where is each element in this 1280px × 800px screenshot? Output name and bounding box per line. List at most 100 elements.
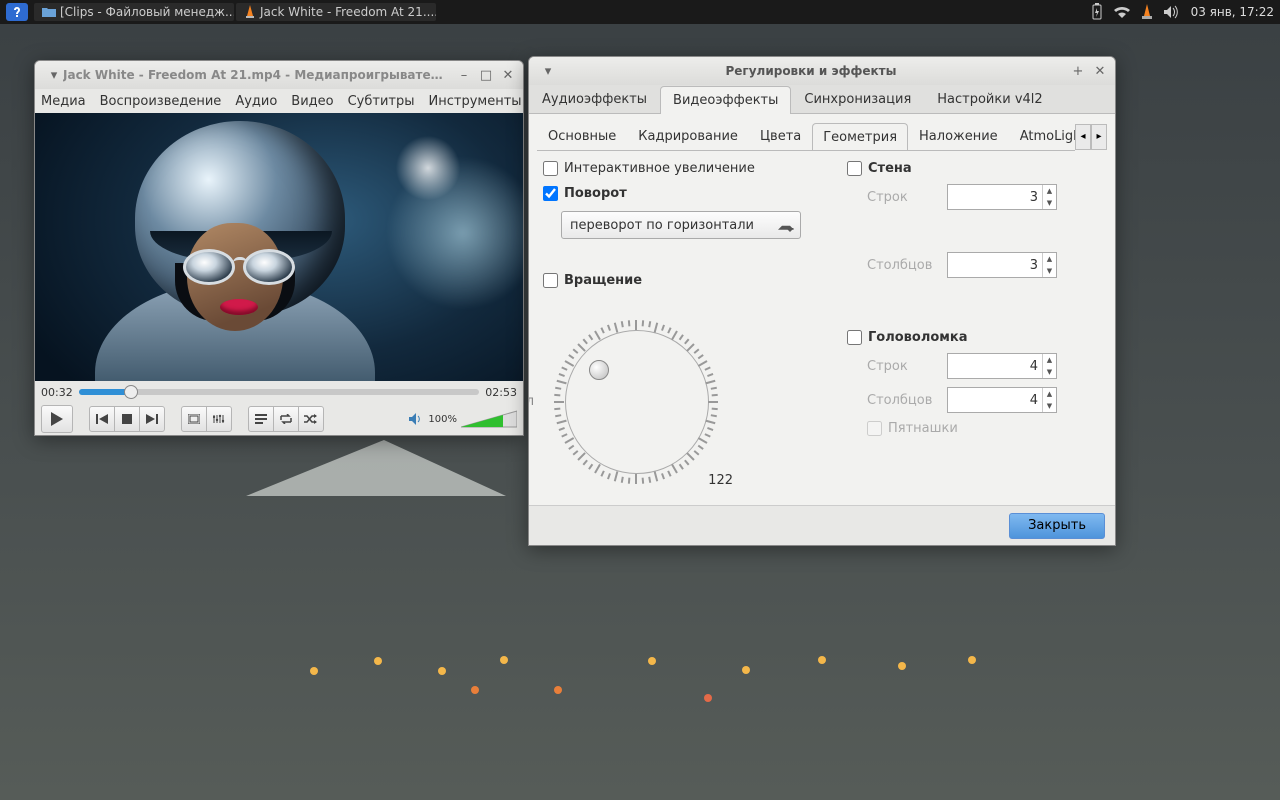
tabs-scroll-right[interactable]: ▸ [1091, 124, 1107, 150]
tab-overlay[interactable]: Наложение [908, 122, 1009, 150]
desktop-dot [471, 686, 479, 694]
menu-video[interactable]: Видео [291, 94, 333, 109]
play-button[interactable] [41, 405, 73, 433]
folder-icon [42, 6, 56, 18]
angle-label: Угол [528, 394, 534, 409]
tab-crop[interactable]: Кадрирование [627, 122, 749, 150]
desktop-dot [554, 686, 562, 694]
next-button[interactable] [139, 406, 165, 432]
start-button[interactable] [6, 3, 28, 21]
fx-tabs-sub: Основные Кадрирование Цвета Геометрия На… [537, 122, 1075, 151]
desktop-dot [742, 666, 750, 674]
puzzle-cols-spin[interactable]: 4▲▼ [947, 387, 1057, 413]
tab-v4l2[interactable]: Настройки v4l2 [924, 85, 1055, 113]
taskbar-item-vlc[interactable]: Jack White - Freedom At 21.... [236, 3, 436, 21]
window-menu-icon[interactable]: ▾ [45, 66, 63, 84]
desktop-dot [374, 657, 382, 665]
desktop-dot [500, 656, 508, 664]
seek-slider[interactable] [79, 389, 480, 395]
fx-titlebar[interactable]: ▾ Регулировки и эффекты + ✕ [529, 57, 1115, 85]
vlc-cone-icon [244, 5, 256, 19]
angle-value: 122 [708, 473, 733, 488]
time-elapsed: 00:32 [41, 386, 73, 399]
fx-footer: Закрыть [529, 505, 1115, 545]
menu-audio[interactable]: Аудио [235, 94, 277, 109]
vlc-titlebar[interactable]: ▾ Jack White - Freedom At 21.mp4 - Медиа… [35, 61, 523, 89]
battery-icon[interactable] [1091, 3, 1103, 21]
fullscreen-button[interactable] [181, 406, 207, 432]
task-label: Jack White - Freedom At 21.... [260, 5, 436, 19]
desktop-dot [818, 656, 826, 664]
loop-button[interactable] [273, 406, 299, 432]
vlc-menubar: Медиа Воспроизведение Аудио Видео Субтит… [35, 89, 523, 113]
rotate-checkbox[interactable]: Поворот [543, 186, 823, 201]
shuffle-button[interactable] [298, 406, 324, 432]
tab-basic[interactable]: Основные [537, 122, 627, 150]
stop-button[interactable] [114, 406, 140, 432]
maximize-button[interactable]: □ [477, 66, 495, 84]
desktop-dot [704, 694, 712, 702]
vlc-controls: 100% [35, 403, 523, 435]
desktop-dot [648, 657, 656, 665]
wall-rows-label: Строк [867, 190, 937, 205]
puzzle-checkbox[interactable]: Головоломка [847, 330, 1101, 345]
mute-button[interactable] [408, 412, 424, 426]
time-total: 02:53 [485, 386, 517, 399]
menu-playback[interactable]: Воспроизведение [100, 94, 222, 109]
tab-color[interactable]: Цвета [749, 122, 812, 150]
wall-cols-spin[interactable]: 3▲▼ [947, 252, 1057, 278]
wifi-icon[interactable] [1113, 5, 1131, 19]
vlc-tray-icon[interactable] [1141, 4, 1153, 20]
tab-atmolight[interactable]: AtmoLight [1009, 122, 1075, 150]
desktop-decoration [246, 440, 514, 496]
wall-cols-label: Столбцов [867, 258, 937, 273]
volume-slider[interactable] [461, 409, 517, 429]
angle-dial[interactable]: Угол 122 [537, 302, 737, 502]
task-label: [Clips - Файловый менедж... [60, 5, 234, 19]
ext-settings-button[interactable] [206, 406, 232, 432]
interactive-zoom-checkbox[interactable]: Интерактивное увеличение [543, 161, 823, 176]
fx-title: Регулировки и эффекты [557, 64, 1065, 78]
close-button[interactable]: ✕ [499, 66, 517, 84]
puzzle-rows-label: Строк [867, 359, 937, 374]
maximize-button[interactable]: + [1069, 62, 1087, 80]
wall-checkbox[interactable]: Стена [847, 161, 1101, 176]
vlc-window: ▾ Jack White - Freedom At 21.mp4 - Медиа… [34, 60, 524, 436]
menu-tools[interactable]: Инструменты [429, 94, 522, 109]
prev-button[interactable] [89, 406, 115, 432]
menu-subtitle[interactable]: Субтитры [348, 94, 415, 109]
time-bar: 00:32 02:53 [35, 381, 523, 403]
desktop-dot [438, 667, 446, 675]
vlc-title: Jack White - Freedom At 21.mp4 - Медиапр… [63, 68, 451, 82]
desktop-dot [310, 667, 318, 675]
volume-percent: 100% [428, 414, 457, 425]
transform-value: переворот по горизонтали [570, 218, 754, 233]
window-menu-icon[interactable]: ▾ [539, 62, 557, 80]
fx-tabs-main: Аудиоэффекты Видеоэффекты Синхронизация … [529, 85, 1115, 114]
tab-video-effects[interactable]: Видеоэффекты [660, 86, 791, 114]
volume-icon[interactable] [1163, 5, 1181, 19]
rotation-checkbox[interactable]: Вращение [543, 273, 823, 288]
puzzle-cols-label: Столбцов [867, 393, 937, 408]
fifteen-checkbox[interactable]: Пятнашки [867, 421, 1101, 436]
desktop-dot [898, 662, 906, 670]
puzzle-rows-spin[interactable]: 4▲▼ [947, 353, 1057, 379]
tabs-scroll-left[interactable]: ◂ [1075, 124, 1091, 150]
taskbar-item-files[interactable]: [Clips - Файловый менедж... [34, 3, 234, 21]
clock[interactable]: 03 янв, 17:22 [1191, 5, 1274, 19]
wall-rows-spin[interactable]: 3▲▼ [947, 184, 1057, 210]
playlist-button[interactable] [248, 406, 274, 432]
minimize-button[interactable]: – [455, 66, 473, 84]
transform-combo[interactable]: переворот по горизонтали [561, 211, 801, 239]
desktop-dot [968, 656, 976, 664]
menu-media[interactable]: Медиа [41, 94, 86, 109]
video-area[interactable] [35, 113, 523, 381]
tab-sync[interactable]: Синхронизация [791, 85, 924, 113]
close-button[interactable]: Закрыть [1009, 513, 1105, 539]
top-panel: [Clips - Файловый менедж... Jack White -… [0, 0, 1280, 24]
system-tray: 03 янв, 17:22 [1091, 3, 1274, 21]
tab-audio-effects[interactable]: Аудиоэффекты [529, 85, 660, 113]
close-button[interactable]: ✕ [1091, 62, 1109, 80]
effects-window: ▾ Регулировки и эффекты + ✕ Аудиоэффекты… [528, 56, 1116, 546]
tab-geometry[interactable]: Геометрия [812, 123, 908, 151]
